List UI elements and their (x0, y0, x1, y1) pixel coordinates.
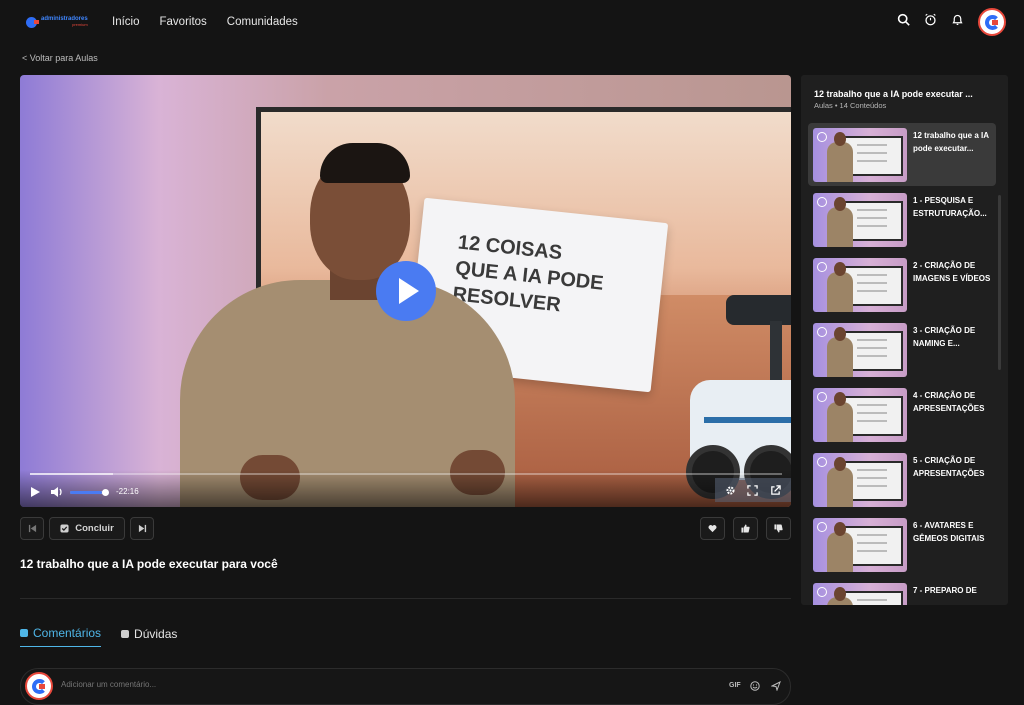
dislike-button[interactable] (766, 517, 791, 540)
playlist-item-label: 1 - PESQUISA E ESTRUTURAÇÃO... (913, 196, 987, 218)
skip-back-icon (28, 524, 36, 533)
playlist-thumbnail (813, 518, 907, 572)
playlist-item[interactable]: 3 - CRIAÇÃO DE NAMING E... (808, 318, 996, 381)
bell-icon[interactable] (951, 13, 964, 31)
tab-duvidas[interactable]: Dúvidas (121, 626, 177, 647)
comment-tab-icon (20, 629, 28, 637)
user-avatar[interactable] (978, 8, 1006, 36)
next-lesson-button[interactable] (130, 517, 154, 540)
playlist-title: 12 trabalho que a IA pode executar ... (814, 89, 973, 99)
video-player[interactable]: 12 COISAS QUE A IA PODE RESOLVER -22:16 (20, 75, 791, 507)
playlist-thumbnail (813, 583, 907, 605)
back-to-lessons-link[interactable]: < Voltar para Aulas (22, 53, 98, 63)
playlist-thumbnail (813, 388, 907, 442)
playlist-thumbnail (813, 128, 907, 182)
video-right-controls (715, 478, 791, 502)
playlist-panel: 12 trabalho que a IA pode executar ... A… (801, 75, 1008, 605)
search-icon[interactable] (897, 13, 910, 31)
playlist-item-label: 12 trabalho que a IA pode executar... (913, 131, 989, 153)
play-icon[interactable] (31, 487, 40, 497)
favorite-button[interactable] (700, 517, 725, 540)
playlist-item-label: 2 - CRIAÇÃO DE IMAGENS E VÍDEOS (913, 261, 991, 283)
nav-item-inicio[interactable]: Início (112, 16, 140, 28)
comment-box: GIF (20, 668, 791, 705)
gear-icon[interactable] (725, 485, 736, 496)
fullscreen-icon[interactable] (747, 484, 759, 496)
comment-input[interactable] (61, 680, 661, 689)
playlist-item-label: 4 - CRIAÇÃO DE APRESENTAÇÕES ... (913, 391, 985, 413)
video-progress-bar[interactable] (30, 473, 782, 475)
playlist-item[interactable]: 1 - PESQUISA E ESTRUTURAÇÃO... (808, 188, 996, 251)
unchecked-circle-icon (817, 392, 827, 402)
content-tabs: Comentários Dúvidas (20, 626, 177, 647)
send-icon[interactable] (771, 681, 781, 691)
playlist-item-label: 6 - AVATARES E GÊMEOS DIGITAIS (913, 521, 985, 543)
previous-lesson-button[interactable] (20, 517, 44, 540)
complete-label: Concluir (75, 523, 114, 534)
playlist-item[interactable]: 7 - PREPARO DE (808, 578, 996, 605)
volume-slider[interactable] (70, 491, 106, 494)
volume-icon[interactable] (50, 486, 64, 498)
playlist-item[interactable]: 6 - AVATARES E GÊMEOS DIGITAIS (808, 513, 996, 576)
unchecked-circle-icon (817, 457, 827, 467)
playlist-item-label: 3 - CRIAÇÃO DE NAMING E... (913, 326, 976, 348)
unchecked-circle-icon (817, 327, 827, 337)
complete-lesson-button[interactable]: Concluir (49, 517, 125, 540)
video-presenter-image (170, 115, 530, 507)
logo-subtext: premium (72, 22, 88, 27)
playlist-item[interactable]: 5 - CRIAÇÃO DE APRESENTAÇÕES ... (808, 448, 996, 511)
question-tab-icon (121, 629, 130, 638)
top-icons (897, 8, 1006, 36)
like-button[interactable] (733, 517, 758, 540)
brand-logo[interactable]: administradores premium (26, 16, 98, 28)
playlist-item[interactable]: 4 - CRIAÇÃO DE APRESENTAÇÕES ... (808, 383, 996, 446)
playlist-scrollbar[interactable] (998, 195, 1001, 370)
unchecked-circle-icon (817, 132, 827, 142)
big-play-button[interactable] (376, 261, 436, 321)
playlist-item[interactable]: 12 trabalho que a IA pode executar... (808, 123, 996, 186)
playlist-subtitle: Aulas • 14 Conteúdos (814, 101, 887, 110)
divider (20, 598, 791, 599)
top-navbar: administradores premium Início Favoritos… (0, 0, 1024, 44)
thumbs-up-icon (741, 524, 750, 533)
playlist-thumbnail (813, 323, 907, 377)
emoji-icon[interactable] (750, 681, 760, 691)
unchecked-circle-icon (817, 587, 827, 597)
playlist-item-label: 5 - CRIAÇÃO DE APRESENTAÇÕES ... (913, 456, 985, 478)
playlist-thumbnail (813, 258, 907, 312)
remaining-time: -22:16 (116, 487, 139, 496)
heart-icon (708, 525, 717, 533)
logo-mark-icon (26, 16, 39, 28)
gif-button[interactable]: GIF (729, 682, 741, 689)
unchecked-circle-icon (817, 522, 827, 532)
main-nav: Início Favoritos Comunidades (112, 16, 298, 28)
external-icon[interactable] (770, 484, 781, 496)
skip-forward-icon (138, 524, 146, 533)
thumbs-down-icon (774, 524, 783, 533)
video-controls: -22:16 (20, 470, 791, 507)
unchecked-circle-icon (817, 197, 827, 207)
alarm-icon[interactable] (924, 13, 937, 31)
check-icon (60, 524, 69, 533)
nav-item-favoritos[interactable]: Favoritos (160, 16, 207, 28)
volume-knob[interactable] (102, 489, 109, 496)
playlist-thumbnail (813, 453, 907, 507)
comment-avatar (25, 672, 53, 700)
playlist-thumbnail (813, 193, 907, 247)
nav-item-comunidades[interactable]: Comunidades (227, 16, 298, 28)
playlist-item-label: 7 - PREPARO DE (913, 586, 977, 595)
tab-comentarios[interactable]: Comentários (20, 626, 102, 647)
unchecked-circle-icon (817, 262, 827, 272)
playlist-item[interactable]: 2 - CRIAÇÃO DE IMAGENS E VÍDEOS (808, 253, 996, 316)
lesson-title: 12 trabalho que a IA pode executar para … (20, 557, 278, 571)
